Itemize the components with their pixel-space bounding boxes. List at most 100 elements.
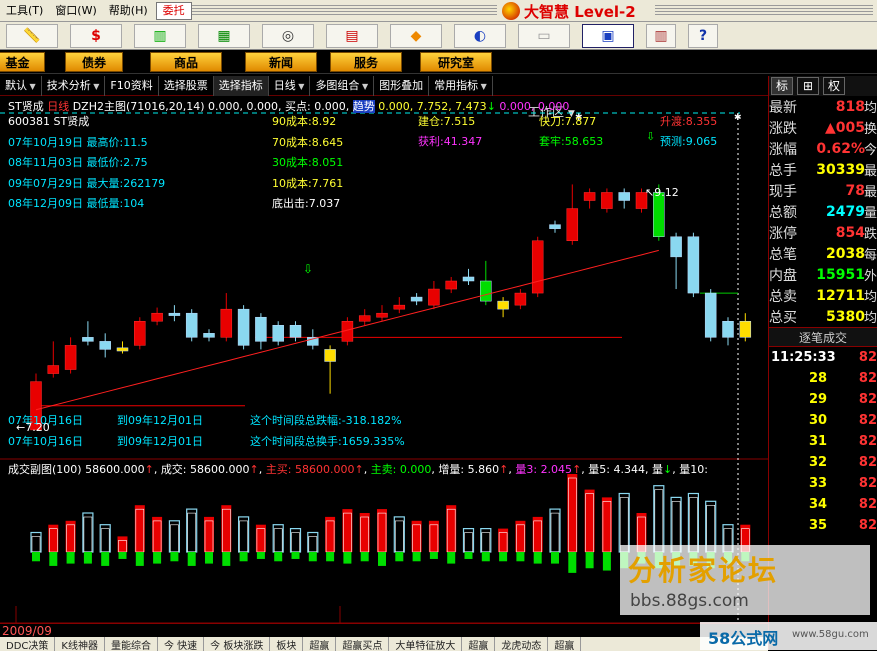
globe-icon-button[interactable]: ◐ (454, 23, 506, 48)
formula-tab[interactable]: 超赢 (462, 637, 496, 651)
volume-bar (377, 509, 387, 552)
tab-0[interactable]: 默认 ▼ (0, 76, 42, 96)
formula-tab[interactable]: 超赢 (548, 637, 582, 651)
volume-header: 成交副图(100) 58600.000↑, 成交: 58600.000↑, 主买… (8, 463, 708, 476)
quote-label: 内盘 (769, 267, 797, 284)
header-values3: 0.000, 0.000 (499, 100, 570, 113)
volume-bar-inner (83, 516, 93, 553)
watermark-url: bbs.88gs.com (630, 591, 749, 611)
volume-bar-inner (170, 524, 179, 553)
volume-neg-bar (412, 552, 421, 562)
category-commodity[interactable]: 商品 (150, 52, 222, 72)
volume-neg-bar (326, 552, 335, 562)
trade-price: 82 (858, 434, 877, 449)
quote-row: 涨跌 ▲005 换 (769, 117, 877, 138)
menu-tools[interactable]: 工具(T) (0, 0, 49, 22)
document-icon-button[interactable]: ▤ (326, 23, 378, 48)
dollar-icon-button[interactable]: $ (70, 23, 122, 48)
tab-5[interactable]: 日线 ▼ (269, 76, 311, 96)
chevron-down-icon: ▼ (90, 82, 100, 91)
tab-4[interactable]: 选择指标 (213, 76, 269, 96)
order-button[interactable]: 委托 (155, 1, 192, 20)
quote-value: 5380 (826, 308, 865, 325)
tab-grid[interactable]: ⊞ (797, 77, 819, 95)
tab-8[interactable]: 常用指标 ▼ (429, 76, 493, 96)
category-bar: 基金 债券 商品 新闻 服务 研究室 工作区 ▼ (0, 50, 877, 119)
formula-tab[interactable]: DDC决策 (0, 637, 56, 651)
chart-header: ST贤成 日线 DZH2主图(71016,20,14) 0.000, 0.000… (8, 98, 569, 114)
category-bond[interactable]: 债券 (65, 52, 123, 72)
tab-rights[interactable]: 权 (823, 77, 845, 95)
tab-2[interactable]: F10资料 (105, 76, 159, 96)
formula-tab[interactable]: 龙虎动态 (495, 637, 549, 651)
tab-7[interactable]: 图形叠加 (374, 76, 430, 96)
tab-label: 选择股票 (163, 79, 208, 92)
money-icon-button[interactable]: ▥ (134, 23, 186, 48)
category-news[interactable]: 新闻 (245, 52, 317, 72)
volume-q5-val: 4.344 (613, 463, 646, 476)
candle-body (168, 312, 181, 316)
tab-mark[interactable]: 标 (771, 77, 793, 95)
formula-tab[interactable]: 今 板块涨跌 (204, 637, 271, 651)
candle-body (653, 192, 665, 237)
tab-6[interactable]: 多图组合 ▼ (310, 76, 375, 96)
formula-tab[interactable]: 量能综合 (105, 637, 158, 651)
up-arrow-icon: ↑ (354, 463, 364, 476)
header-values2: 0.000, 7.752, 7.473 (378, 100, 487, 113)
quote-row: 内盘 15951 外 (769, 264, 877, 285)
category-fund[interactable]: 基金 (0, 52, 45, 72)
candle-body (618, 192, 630, 201)
ruler-icon-button[interactable]: 📏 (6, 23, 58, 48)
window-icon-button[interactable]: ▣ (582, 23, 634, 48)
trade-price: 82 (858, 392, 877, 407)
category-research[interactable]: 研究室 (420, 52, 492, 72)
diamond-icon-button[interactable]: ◆ (390, 23, 442, 48)
formula-tab[interactable]: K线神器 (55, 637, 105, 651)
trade-row: 32 82 (769, 452, 877, 473)
formula-tab[interactable]: 板块 (270, 637, 304, 651)
volume-bar (515, 520, 526, 552)
volume-neg-bar (49, 552, 58, 566)
tab-3[interactable]: 选择股票 (159, 76, 214, 96)
formula-tab[interactable]: 今 快速 (158, 637, 205, 651)
binoculars-icon-button[interactable]: ◎ (262, 23, 314, 48)
volume-bar (498, 528, 509, 552)
formula-tab[interactable]: 超赢 (303, 637, 337, 651)
trade-detail-header[interactable]: 逐笔成交 (769, 327, 877, 347)
menu-help[interactable]: 帮助(H) (103, 0, 154, 22)
quote-row: 最新 818 均 (769, 96, 877, 117)
volume-neg-bar (101, 552, 110, 566)
printer-icon-button[interactable]: ▭ (518, 23, 570, 48)
quote-row: 总笔 2038 每 (769, 243, 877, 264)
formula-tab[interactable]: 大单特征放大 (389, 637, 463, 651)
volume-bar (238, 516, 250, 553)
volume-bar (168, 520, 180, 553)
trade-row: 31 82 (769, 431, 877, 452)
volume-name: 成交副图(100) (8, 463, 82, 476)
volume-neg-bar (222, 552, 231, 566)
volume-neg-bar (239, 552, 248, 562)
tab-1[interactable]: 技术分析 ▼ (42, 76, 106, 96)
help-cursor-icon-button[interactable]: ? (688, 23, 718, 48)
candle-body (134, 320, 146, 346)
formula-tab[interactable]: 超赢买点 (336, 637, 390, 651)
volume-bar-inner (550, 512, 560, 553)
quote-label: 总买 (769, 309, 797, 326)
volume-bar (134, 505, 145, 552)
candle-body (116, 347, 129, 352)
books-icon-button[interactable]: ▥ (646, 23, 676, 48)
volume-neg-bar (83, 552, 92, 564)
volume-bar (653, 485, 665, 553)
brand-title: 大智慧 Level-2 (502, 1, 636, 21)
category-service[interactable]: 服务 (330, 52, 402, 72)
candle-body (324, 349, 336, 362)
volume-bar (325, 516, 336, 552)
volume-bar (670, 496, 682, 553)
trade-price: 82 (858, 413, 877, 428)
volume-bar (82, 512, 94, 553)
info-line-5: 08年12月09日 最低量:104 (8, 197, 145, 210)
quote-tail: 均 (863, 311, 877, 326)
bars-icon-button[interactable]: ▦ (198, 23, 250, 48)
menu-window[interactable]: 窗口(W) (49, 0, 102, 22)
volume-neg-bar (308, 552, 317, 562)
